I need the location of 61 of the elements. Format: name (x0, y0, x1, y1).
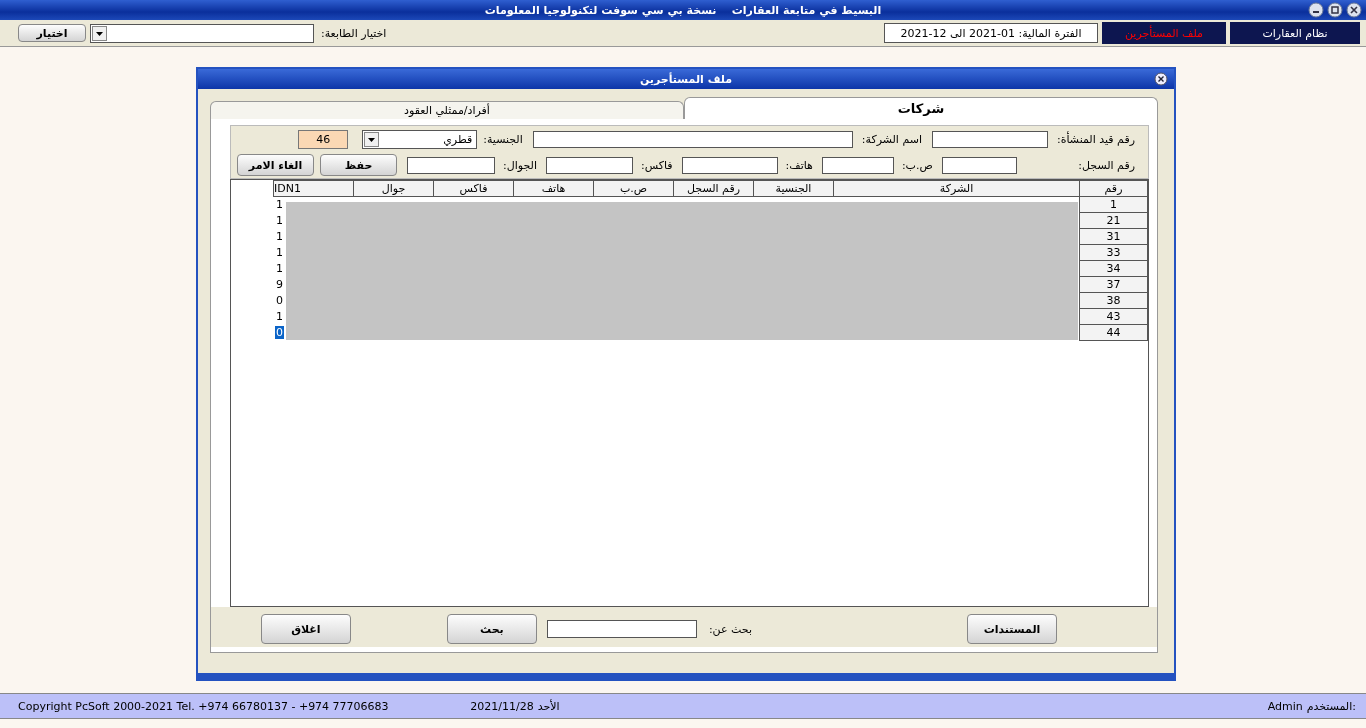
printer-label: اختيار الطابعة: (320, 26, 388, 40)
close-icon[interactable] (1154, 72, 1168, 86)
tab[interactable]: شركات (684, 97, 1158, 119)
column-header[interactable]: رقم (1079, 180, 1148, 197)
tab[interactable]: أفراد/ممثلي العقود (210, 101, 684, 119)
phone-field[interactable] (681, 156, 778, 174)
establishment-label: رقم قيد المنشأة: (1056, 133, 1136, 146)
po-box-label: ص.ب: (900, 158, 934, 172)
period-field: الفترة المالية: 01-2021 الى 12-2021 (884, 23, 1098, 43)
column-header[interactable]: فاكس (433, 180, 514, 197)
table-cell: 1 (275, 246, 284, 259)
printer-dropdown[interactable] (90, 23, 314, 43)
table-cell: 1 (275, 310, 284, 323)
column-header[interactable]: رقم السجل (673, 180, 754, 197)
table-cell: 0 (275, 294, 284, 307)
maximize-icon[interactable] (1327, 2, 1343, 18)
phone-label: هاتف: (784, 158, 814, 172)
table-cell: 1 (275, 230, 284, 243)
establishment-field[interactable] (932, 131, 1049, 148)
close-icon[interactable] (1346, 2, 1362, 18)
module-label: ملف المستأجرين (1102, 22, 1226, 44)
choose-button[interactable]: اختيار (18, 24, 86, 42)
table-cell: 1 (275, 262, 284, 275)
po-box-field[interactable] (821, 156, 894, 174)
count-field: 46 (298, 130, 349, 149)
dialog-title: ملف المستأجرين (639, 72, 733, 86)
close-button[interactable]: اغلاق (260, 614, 351, 644)
table-cell: 0 (275, 326, 284, 339)
cancel-button[interactable]: الغاء الامر (237, 154, 314, 176)
mobile-label: الجوال: (502, 158, 538, 172)
search-field[interactable] (546, 620, 697, 638)
column-header[interactable]: IDN1 (273, 180, 354, 197)
mobile-field[interactable] (407, 156, 496, 174)
column-header[interactable]: الجنسية (753, 180, 834, 197)
company-name-field[interactable] (532, 131, 853, 148)
company-name-label: اسم الشركة: (860, 133, 924, 146)
search-label: بحث عن: (707, 622, 753, 636)
window-title: البسيط في متابعة العقارات نسخة بي سي سوفت لتكنولوجيا المعلومات (484, 3, 882, 17)
search-button[interactable]: بحث (446, 614, 537, 644)
fax-label: فاكس: (640, 158, 674, 172)
column-header[interactable]: هاتف (513, 180, 594, 197)
save-button[interactable]: حفظ (320, 154, 398, 176)
column-header[interactable]: الشركة (833, 180, 1080, 197)
table-cell: 1 (275, 198, 284, 211)
system-label: نظام العقارات (1230, 22, 1360, 44)
minimize-icon[interactable] (1308, 2, 1324, 18)
day-label: الأحد (537, 699, 560, 713)
date-label: 2021/11/28 (470, 699, 534, 713)
registry-field[interactable] (941, 156, 1017, 174)
copyright-text: Copyright PcSoft 2000-2021 Tel. +974 66780137 - +974 77706683 (18, 699, 389, 713)
user-name: Admin (1267, 699, 1303, 713)
column-header[interactable]: ص.ب (593, 180, 674, 197)
column-header[interactable]: جوال (353, 180, 434, 197)
documents-button[interactable]: المستندات (967, 614, 1057, 644)
fax-field[interactable] (546, 156, 633, 174)
nationality-label: الجنسية: (482, 133, 524, 146)
table-cell: 1 (275, 214, 284, 227)
user-label: المستخدم: (1306, 699, 1356, 713)
nationality-dropdown[interactable]: قطري (362, 130, 478, 149)
table-cell: 9 (275, 278, 284, 291)
registry-label: رقم السجل: (1077, 158, 1136, 172)
